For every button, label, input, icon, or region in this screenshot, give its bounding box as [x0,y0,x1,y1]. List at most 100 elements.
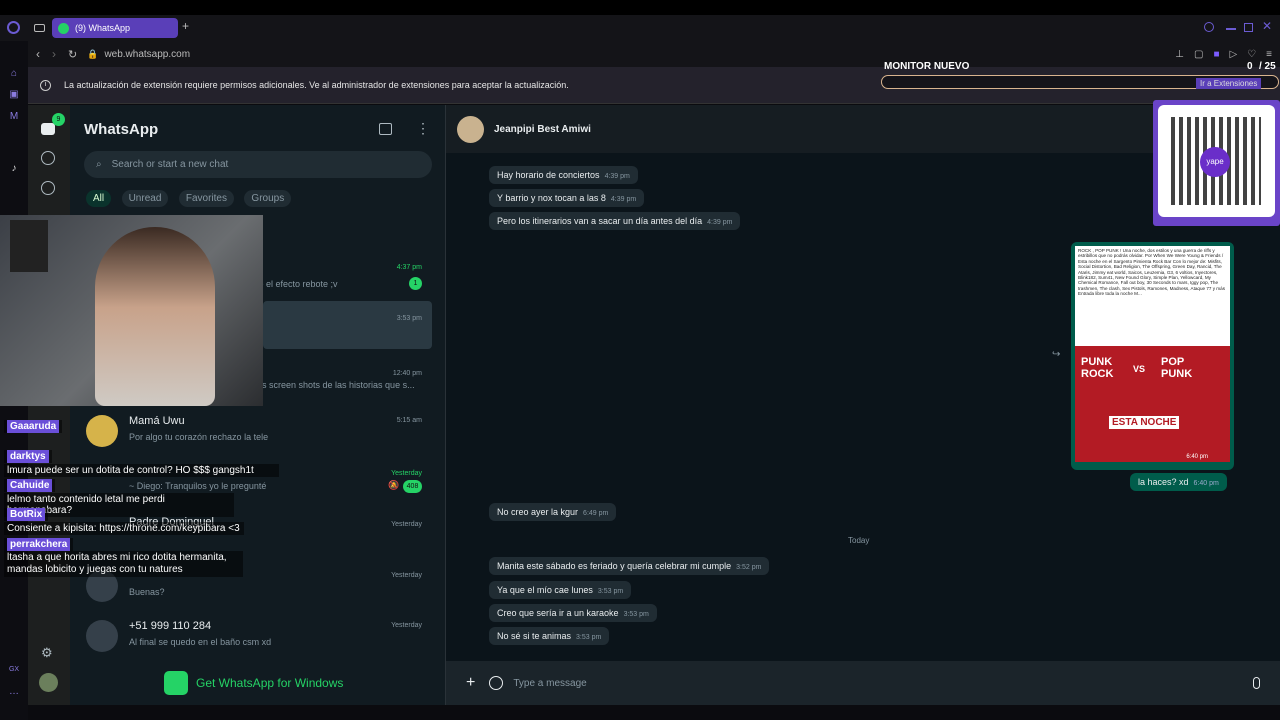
stream-chat-message: Gaaaruda [4,420,63,433]
chat-item[interactable]: Mamá Uwu Por algo tu corazón rechazo la … [70,407,446,457]
chat-preview: Al final se quedo en el baño csm xd [129,637,272,647]
avatar [86,620,118,652]
poster-title-left: PUNK ROCK [1081,356,1114,380]
filter-unread[interactable]: Unread [121,190,169,207]
reload-icon[interactable]: ↻ [68,48,77,61]
tab-menu-icon[interactable] [34,24,45,32]
top-black-strip [0,0,1280,15]
extensions-button[interactable]: Ir a Extensiones [1196,78,1262,89]
monitor-widget: MONITOR NUEVO 0 / 25 Ir a Extensiones [880,60,1280,92]
status-icon[interactable] [41,151,55,165]
forward-icon[interactable]: › [52,47,56,61]
microphone-icon[interactable] [1253,677,1260,689]
message-bubble: Hay horario de conciertos 4:39 pm [489,166,638,184]
message-input[interactable]: Type a message [513,678,1253,689]
message-bubble: Pero los itinerarios van a sacar un día … [489,212,741,230]
contact-avatar[interactable] [457,115,484,143]
stream-chat-text: lmura puede ser un dotita de control? HO… [4,464,279,477]
back-icon[interactable]: ‹ [36,47,40,61]
chat-username: Cahuide [7,479,53,492]
get-app-label: Get WhatsApp for Windows [196,676,344,690]
mute-icon: 🔕 [388,480,400,490]
chat-item[interactable]: +51 999 110 284 Al final se quedo en el … [70,612,446,662]
profile-avatar[interactable] [39,673,58,692]
new-chat-icon[interactable] [379,123,392,135]
qr-code-image: yape [1158,105,1275,217]
attach-icon[interactable]: + [466,674,475,692]
message-text: la haces? xd [1138,477,1189,487]
message-text: Manita este sábado es feriado y quería c… [497,561,732,571]
message-time: 3:53 pm [623,611,649,618]
chat-preview: Por algo tu corazón rechazo la tele [129,432,269,442]
search-tabs-icon[interactable] [1204,22,1214,32]
tab-whatsapp[interactable]: (9) WhatsApp [52,18,178,38]
gx-icon[interactable]: GX [7,666,21,678]
message-bubble: Manita este sábado es feriado y quería c… [489,557,770,575]
info-icon: i [40,79,51,91]
settings-icon[interactable]: ⚙ [41,645,53,661]
filter-favorites[interactable]: Favorites [178,190,234,207]
chat-time: Yesterday [391,470,422,477]
unread-count: 1 [409,277,422,290]
message-text: Hay horario de conciertos [497,170,600,180]
opera-logo-icon[interactable] [7,21,20,34]
message-time: 6:40 pm [1193,480,1219,487]
stream-chat-message: darktys [4,450,52,463]
message-text: No creo ayer la kgur [497,507,579,517]
snapshot-icon[interactable]: ▢ [1194,49,1203,60]
unread-badge: 9 [52,113,65,126]
chat-item[interactable]: 3:53 pm [263,301,432,349]
poster-vs: VS [1133,364,1146,374]
filter-groups[interactable]: Groups [244,190,292,207]
pin-icon[interactable]: ⊥ [1175,49,1184,60]
forward-icon[interactable]: ↪ [1052,349,1060,360]
message-time: 4:39 pm [610,196,637,203]
browser-tab-bar: (9) WhatsApp + ✕ [0,15,1280,41]
menu-icon[interactable]: ≡ [1266,49,1272,60]
message-time: 6:49 pm [583,510,609,517]
monitor-count: 0 [1247,61,1253,72]
message-time: 3:53 pm [576,634,602,641]
menu-dots-icon[interactable]: ⋮ [416,120,430,137]
chat-preview: s screen shots de las historias que s... [262,380,415,390]
more-icon[interactable]: … [7,686,21,698]
search-icon: ⌕ [96,159,102,170]
channels-icon[interactable] [41,181,55,195]
shield-icon[interactable]: ■ [1213,49,1219,60]
maximize-icon[interactable] [1244,23,1253,32]
emoji-icon[interactable] [489,676,504,690]
new-tab-button[interactable]: + [182,19,189,33]
poster-title-right: POP PUNK [1161,356,1193,380]
poster-time: 6:40 pm [1186,454,1208,460]
tiktok-icon[interactable]: ♪ [7,163,21,175]
message-bubble: No creo ayer la kgur 6:49 pm [489,503,617,521]
messenger-icon[interactable]: M [7,111,21,123]
heart-icon[interactable]: ♡ [1247,49,1256,60]
close-icon[interactable]: ✕ [1262,19,1272,33]
bookmarks-icon[interactable]: ▣ [7,89,21,101]
notice-text: La actualización de extensión requiere p… [64,80,569,90]
message-text: No sé si te animas [497,631,572,641]
chat-username: Gaaaruda [7,420,60,433]
chats-icon[interactable] [41,123,55,135]
minimize-icon[interactable] [1226,28,1236,30]
message-text: Y barrio y nox tocan a las 8 [497,193,606,203]
get-app-banner[interactable]: Get WhatsApp for Windows [164,671,343,695]
search-placeholder: Search or start a new chat [111,159,229,170]
play-icon[interactable]: ▷ [1229,49,1237,60]
search-input[interactable]: ⌕ Search or start a new chat [84,151,432,178]
message-time: 4:39 pm [707,219,733,226]
webcam-overlay [0,215,263,406]
message-bubble: Y barrio y nox tocan a las 8 4:39 pm [489,189,645,207]
filter-bar: All Unread Favorites Groups [86,188,297,207]
qr-code-widget: yape [1153,100,1280,226]
poster-caption: ESTA NOCHE [1109,416,1180,429]
filter-all[interactable]: All [86,190,112,207]
tab-title: (9) WhatsApp [75,23,131,33]
app-title: WhatsApp [84,121,159,138]
image-message[interactable]: ROCK , POP PUNK ! Una noche, dos estilos… [1071,242,1234,470]
whatsapp-favicon-icon [58,22,69,34]
home-icon[interactable]: ⌂ [7,68,21,80]
url-field[interactable]: web.whatsapp.com [104,49,190,60]
contact-name[interactable]: Jeanpipi Best Amiwi [494,124,591,135]
